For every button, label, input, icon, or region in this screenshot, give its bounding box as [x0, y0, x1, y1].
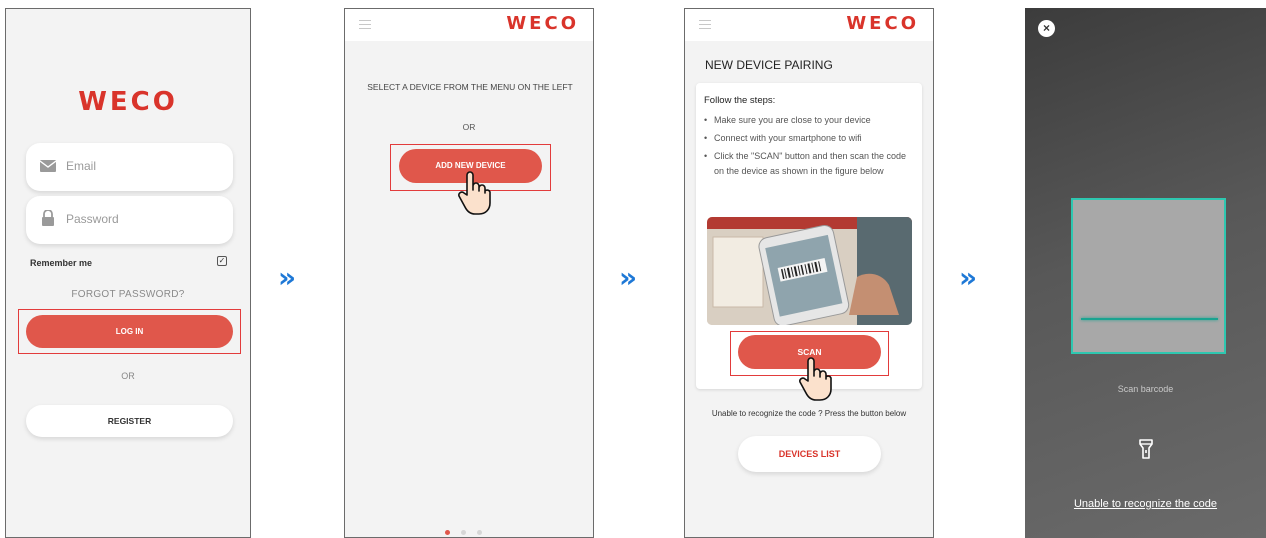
- flashlight-icon[interactable]: [1138, 438, 1154, 460]
- password-placeholder: Password: [66, 212, 119, 226]
- pairing-screen: WECO NEW DEVICE PAIRING Follow the steps…: [684, 8, 934, 538]
- or-divider: OR: [462, 122, 476, 132]
- phone-scanning-illustration: [707, 217, 912, 325]
- hand-pointer-icon: [799, 357, 832, 401]
- home-screen: WECO SELECT A DEVICE FROM THE MENU ON TH…: [344, 8, 594, 538]
- or-divider: OR: [121, 371, 135, 381]
- app-header: WECO: [685, 9, 933, 41]
- password-field[interactable]: Password: [26, 196, 233, 244]
- hamburger-menu-icon[interactable]: [359, 20, 371, 29]
- devices-list-button[interactable]: DEVICES LIST: [738, 436, 881, 472]
- steps-list: Make sure you are close to your device C…: [704, 113, 916, 182]
- email-field[interactable]: Email: [26, 143, 233, 191]
- close-icon[interactable]: ×: [1038, 20, 1055, 37]
- scan-viewfinder: [1071, 198, 1226, 354]
- weco-logo: WECO: [78, 87, 178, 117]
- remember-me-checkbox[interactable]: ✓: [217, 256, 227, 266]
- step-arrow-1: »: [278, 261, 296, 294]
- scan-example-image: [707, 217, 912, 325]
- tutorial-strip: WECO Email Password Remember me ✓ FORGOT…: [0, 0, 1266, 538]
- page-indicator: [445, 522, 493, 537]
- checkbox-icon: ✓: [218, 256, 226, 265]
- lock-icon: [42, 210, 54, 226]
- hand-pointer-icon: [458, 171, 491, 215]
- weco-logo: WECO: [846, 13, 919, 34]
- unable-to-recognize-text: Unable to recognize the code ? Press the…: [711, 409, 907, 418]
- page-dot-active: [445, 530, 450, 535]
- step-item: Click the "SCAN" button and then scan th…: [704, 149, 916, 179]
- register-button[interactable]: REGISTER: [26, 405, 233, 437]
- select-device-instruction: SELECT A DEVICE FROM THE MENU ON THE LEF…: [367, 82, 573, 92]
- unable-to-recognize-link[interactable]: Unable to recognize the code: [1025, 498, 1266, 510]
- login-screen: WECO Email Password Remember me ✓ FORGOT…: [5, 8, 251, 538]
- weco-logo: WECO: [506, 13, 579, 34]
- page-dot: [477, 530, 482, 535]
- step-item: Connect with your smartphone to wifi: [704, 131, 916, 146]
- login-button[interactable]: LOG IN: [26, 315, 233, 348]
- scan-line: [1081, 318, 1218, 320]
- step-arrow-2: »: [619, 261, 637, 294]
- step-item: Make sure you are close to your device: [704, 113, 916, 128]
- email-icon: [40, 160, 56, 172]
- scan-barcode-label: Scan barcode: [1117, 384, 1174, 394]
- app-header: WECO: [345, 9, 593, 41]
- forgot-password-link[interactable]: FORGOT PASSWORD?: [6, 289, 250, 300]
- page-title: NEW DEVICE PAIRING: [705, 58, 833, 72]
- hamburger-menu-icon[interactable]: [699, 20, 711, 29]
- step-arrow-3: »: [959, 261, 977, 294]
- barcode-scanner-screen: × Scan barcode Unable to recognize the c…: [1025, 8, 1266, 538]
- email-placeholder: Email: [66, 159, 97, 173]
- remember-me-label: Remember me: [30, 258, 93, 268]
- page-dot: [461, 530, 466, 535]
- steps-title: Follow the steps:: [704, 95, 776, 106]
